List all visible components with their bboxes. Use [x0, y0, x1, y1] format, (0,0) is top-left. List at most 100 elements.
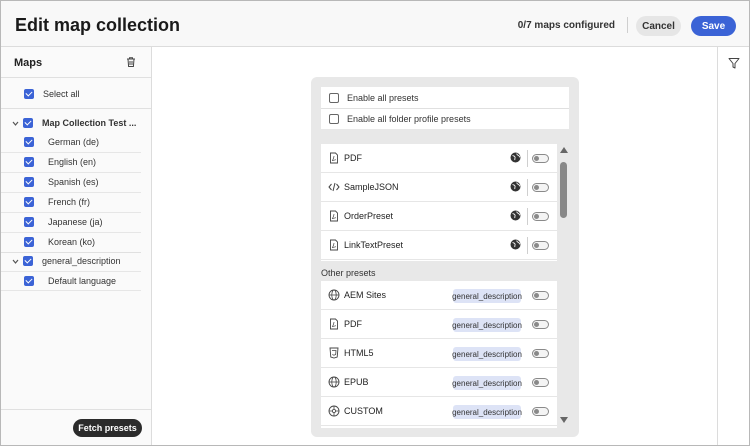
enable-folder-presets-checkbox[interactable] — [329, 113, 339, 124]
fetch-presets-button[interactable]: Fetch presets — [73, 419, 142, 437]
preset-name: SampleJSON — [344, 182, 399, 192]
enable-all-presets-checkbox[interactable] — [329, 92, 339, 103]
preset-row[interactable]: PDF general_description — [321, 310, 557, 339]
scroll-down-arrow-icon[interactable] — [560, 417, 568, 423]
select-all-row: Select all — [1, 79, 151, 109]
preset-row[interactable]: OrderPreset — [321, 202, 557, 231]
preset-row[interactable]: PDF — [321, 144, 557, 173]
map-group-row[interactable]: general_description — [12, 252, 121, 270]
pdf-icon — [330, 210, 338, 222]
preset-map-badge: general_description — [452, 318, 522, 332]
chevron-down-icon[interactable] — [12, 120, 19, 127]
enable-all-presets-label: Enable all presets — [347, 92, 419, 103]
select-all-checkbox-row[interactable]: Select all — [24, 85, 80, 103]
map-item-row[interactable]: English (en) — [24, 153, 96, 171]
row-divider — [527, 179, 528, 196]
globe-filled-icon — [510, 181, 521, 192]
preset-name: EPUB — [344, 377, 369, 387]
map-item-label: Japanese (ja) — [48, 217, 103, 227]
preset-map-badge: general_description — [452, 347, 522, 361]
preset-row[interactable]: EPUB general_description — [321, 368, 557, 397]
globe-filled-icon — [510, 210, 521, 221]
cancel-button[interactable]: Cancel — [636, 16, 681, 36]
enable-folder-presets-row[interactable]: Enable all folder profile presets — [321, 108, 569, 129]
map-item-row[interactable]: German (de) — [24, 133, 99, 151]
scrollbar-thumb[interactable] — [560, 162, 567, 218]
preset-name: CUSTOM — [344, 406, 383, 416]
preset-toggle[interactable] — [532, 241, 549, 250]
preset-name: HTML5 — [344, 348, 374, 358]
map-item-checkbox[interactable] — [24, 137, 34, 147]
preset-name: PDF — [344, 153, 362, 163]
enable-all-presets-row[interactable]: Enable all presets — [321, 87, 569, 108]
save-button[interactable]: Save — [691, 16, 736, 36]
preset-row[interactable]: SampleJSON — [321, 173, 557, 202]
preset-toggle[interactable] — [532, 154, 549, 163]
preset-name: AEM Sites — [344, 290, 387, 300]
map-item-row[interactable]: Spanish (es) — [24, 173, 99, 191]
sidebar-title: Maps — [14, 57, 43, 69]
code-icon — [328, 182, 340, 192]
presets-panel: Enable all presets Enable all folder pro… — [311, 77, 579, 437]
enable-folder-presets-label: Enable all folder profile presets — [347, 113, 471, 124]
preset-row[interactable]: CUSTOM general_description — [321, 397, 557, 426]
map-item-checkbox[interactable] — [24, 276, 34, 286]
preset-toggle[interactable] — [532, 212, 549, 221]
sidebar-footer-divider — [1, 409, 151, 410]
preset-toggle[interactable] — [532, 407, 549, 416]
custom-icon — [328, 405, 340, 417]
map-item-label: French (fr) — [48, 197, 91, 207]
map-item-label: English (en) — [48, 157, 97, 167]
globe-icon — [328, 376, 340, 388]
map-item-row[interactable]: Japanese (ja) — [24, 213, 103, 231]
chevron-down-icon[interactable] — [12, 258, 19, 265]
map-item-checkbox[interactable] — [24, 217, 34, 227]
map-item-row[interactable]: Korean (ko) — [24, 233, 95, 251]
pdf-icon — [330, 318, 338, 330]
preset-row[interactable]: AEM Sites general_description — [321, 281, 557, 310]
preset-toggle[interactable] — [532, 349, 549, 358]
pdf-icon — [330, 152, 338, 164]
dialog-header: Edit map collection 0/7 maps configured … — [1, 1, 749, 47]
trash-icon[interactable] — [125, 56, 137, 68]
preset-map-badge: general_description — [452, 405, 522, 419]
map-item-checkbox[interactable] — [24, 237, 34, 247]
other-presets-header: Other presets — [321, 261, 557, 281]
row-divider — [1, 290, 141, 291]
enable-options: Enable all presets Enable all folder pro… — [321, 87, 569, 129]
preset-name: LinkTextPreset — [344, 240, 404, 250]
map-item-row[interactable]: French (fr) — [24, 193, 90, 211]
filter-icon[interactable] — [728, 57, 740, 69]
presets-scrollbar[interactable] — [558, 144, 569, 428]
row-divider — [527, 208, 528, 225]
select-all-label: Select all — [43, 89, 80, 99]
preset-row[interactable]: LinkTextPreset — [321, 231, 557, 260]
map-group-label: Map Collection Test ... — [42, 118, 137, 128]
preset-toggle[interactable] — [532, 378, 549, 387]
html5-icon — [329, 347, 339, 359]
pdf-icon — [330, 239, 338, 251]
map-group-checkbox[interactable] — [23, 118, 33, 128]
sidebar-header: Maps — [1, 47, 151, 78]
globe-filled-icon — [510, 152, 521, 163]
map-item-checkbox[interactable] — [24, 177, 34, 187]
globe-icon — [328, 289, 340, 301]
preset-name: PDF — [344, 319, 362, 329]
map-group-checkbox[interactable] — [23, 256, 33, 266]
preset-toggle[interactable] — [532, 183, 549, 192]
preset-toggle[interactable] — [532, 291, 549, 300]
dialog: Edit map collection 0/7 maps configured … — [0, 0, 750, 446]
preset-row[interactable]: HTML5 general_description — [321, 339, 557, 368]
globe-filled-icon — [510, 239, 521, 250]
scroll-up-arrow-icon[interactable] — [560, 147, 568, 153]
maps-configured-status: 0/7 maps configured — [517, 20, 615, 31]
maps-sidebar: Maps Select all Map Collection Test ... … — [1, 47, 152, 445]
select-all-checkbox[interactable] — [24, 89, 34, 99]
map-item-checkbox[interactable] — [24, 157, 34, 167]
map-item-label: Spanish (es) — [48, 177, 99, 187]
preset-map-badge: general_description — [452, 376, 522, 390]
map-item-checkbox[interactable] — [24, 197, 34, 207]
map-group-row[interactable]: Map Collection Test ... — [12, 114, 136, 132]
preset-toggle[interactable] — [532, 320, 549, 329]
map-item-row[interactable]: Default language — [24, 272, 116, 290]
